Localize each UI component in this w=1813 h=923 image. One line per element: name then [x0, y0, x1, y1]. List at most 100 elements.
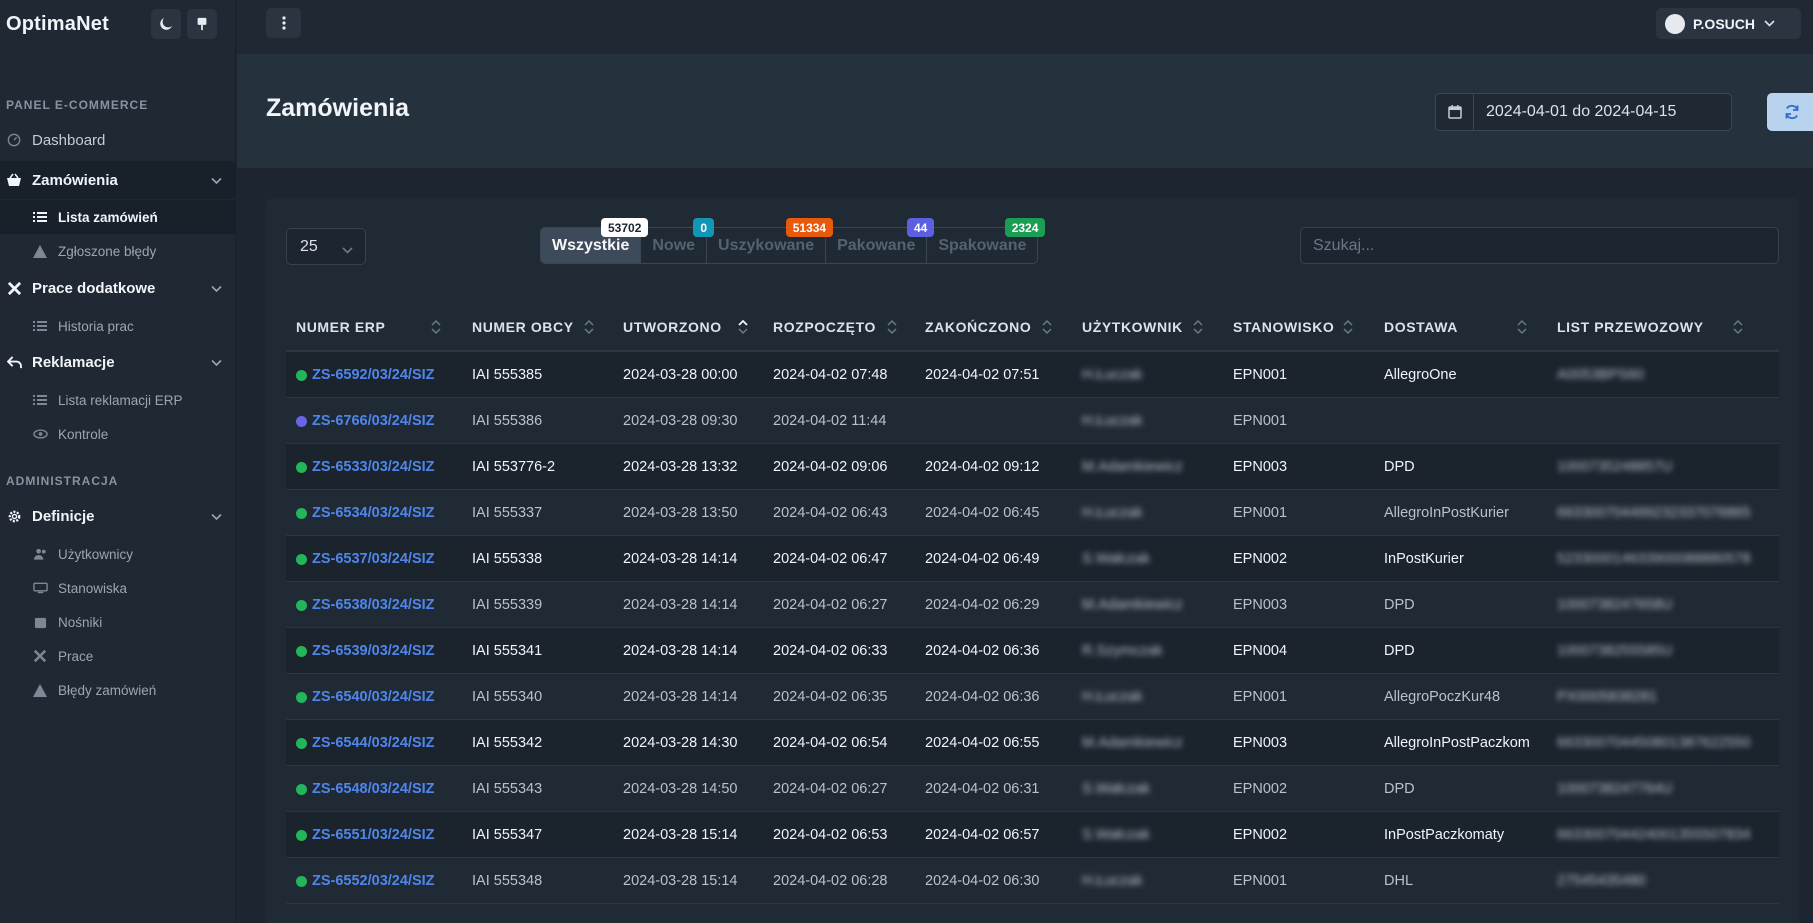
brand-logo[interactable]: OptimaNet	[6, 13, 109, 36]
cell-foreign-number: IAI 555340	[472, 674, 542, 720]
chevron-down-icon	[1764, 20, 1775, 27]
cell-foreign-number-text: IAI 555339	[472, 597, 543, 613]
table-row[interactable]: ZS-6592/03/24/SIZ IAI 555385 2024-03-28 00…	[286, 352, 1779, 398]
erp-number-link[interactable]: ZS-6538/03/24/SIZ	[312, 597, 435, 613]
erp-number-link[interactable]: ZS-6551/03/24/SIZ	[312, 827, 435, 843]
column-header-started[interactable]: ROZPOCZĘTO	[773, 302, 876, 352]
tab-packing[interactable]: Pakowane 44	[826, 218, 935, 263]
per-page-select[interactable]: 25	[286, 228, 366, 265]
pin-sidebar-button[interactable]	[187, 9, 217, 39]
tab-all[interactable]: Wszystkie 53702	[541, 218, 649, 263]
sidebar-item-orders[interactable]: Zamówienia	[0, 161, 236, 199]
search-input[interactable]	[1300, 227, 1779, 264]
sidebar-item-dashboard[interactable]: Dashboard	[0, 121, 236, 159]
table-row[interactable]: ZS-6533/03/24/SIZ IAI 553776-2 2024-03-28 …	[286, 444, 1779, 490]
cell-erp-number[interactable]: ZS-6544/03/24/SIZ	[296, 720, 435, 766]
table-row[interactable]: ZS-6552/03/24/SIZ IAI 555348 2024-03-28 15…	[286, 858, 1779, 904]
more-menu-button[interactable]	[266, 8, 301, 38]
sidebar-item-complaints[interactable]: Reklamacje	[0, 343, 236, 381]
erp-number-link[interactable]: ZS-6766/03/24/SIZ	[312, 413, 435, 429]
refresh-button[interactable]	[1767, 93, 1813, 131]
sidebar-item-additional-work[interactable]: Prace dodatkowe	[0, 269, 236, 307]
sidebar-item-work-history[interactable]: Historia prac	[0, 309, 236, 343]
sidebar-item-order-list[interactable]: Lista zamówień	[0, 200, 236, 234]
sort-icon[interactable]	[1733, 319, 1743, 340]
status-dot	[296, 599, 307, 611]
column-header-station[interactable]: STANOWISKO	[1233, 302, 1334, 352]
cell-erp-number[interactable]: ZS-6539/03/24/SIZ	[296, 628, 435, 674]
tab-label: Nowe	[652, 236, 696, 254]
cell-erp-number[interactable]: ZS-6540/03/24/SIZ	[296, 674, 435, 720]
cell-erp-number[interactable]: ZS-6551/03/24/SIZ	[296, 812, 435, 858]
sort-icon[interactable]	[1193, 319, 1203, 340]
dark-mode-toggle[interactable]	[151, 9, 181, 39]
user-menu[interactable]: P.OSUCH	[1656, 8, 1801, 39]
cell-erp-number[interactable]: ZS-6592/03/24/SIZ	[296, 352, 435, 398]
column-header-delivery[interactable]: DOSTAWA	[1384, 302, 1458, 352]
sort-icon[interactable]	[887, 319, 897, 340]
cell-finished: 2024-04-02 06:55	[925, 720, 1040, 766]
sort-asc-icon[interactable]	[738, 319, 748, 340]
cell-created-text: 2024-03-28 15:14	[623, 827, 738, 843]
cell-erp-number[interactable]: ZS-6552/03/24/SIZ	[296, 858, 435, 904]
sidebar-item-erp-complaints[interactable]: Lista reklamacji ERP	[0, 383, 236, 417]
cell-foreign-number: IAI 555386	[472, 398, 542, 444]
table-row[interactable]: ZS-6766/03/24/SIZ IAI 555386 2024-03-28 09…	[286, 398, 1779, 444]
sidebar-item-controls[interactable]: Kontrole	[0, 417, 236, 451]
cell-created: 2024-03-28 13:50	[623, 490, 738, 536]
erp-number-link[interactable]: ZS-6548/03/24/SIZ	[312, 781, 435, 797]
erp-number-link[interactable]: ZS-6537/03/24/SIZ	[312, 551, 435, 567]
table-row[interactable]: ZS-6538/03/24/SIZ IAI 555339 2024-03-28 14…	[286, 582, 1779, 628]
eye-icon	[32, 426, 48, 442]
sidebar-item-stations[interactable]: Stanowiska	[0, 571, 236, 605]
cell-user: S.Wałczak	[1082, 812, 1150, 858]
table-row[interactable]: ZS-6551/03/24/SIZ IAI 555347 2024-03-28 15…	[286, 812, 1779, 858]
tab-new[interactable]: Nowe 0	[641, 218, 715, 263]
cell-erp-number[interactable]: ZS-6537/03/24/SIZ	[296, 536, 435, 582]
cell-erp-number[interactable]: ZS-6766/03/24/SIZ	[296, 398, 435, 444]
column-header-created[interactable]: UTWORZONO	[623, 302, 722, 352]
sidebar-item-carriers[interactable]: Nośniki	[0, 605, 236, 639]
erp-number-link[interactable]: ZS-6552/03/24/SIZ	[312, 873, 435, 889]
column-header-user[interactable]: UŻYTKOWNIK	[1082, 302, 1183, 352]
table-row[interactable]: ZS-6548/03/24/SIZ IAI 555343 2024-03-28 14…	[286, 766, 1779, 812]
column-header-waybill[interactable]: LIST PRZEWOZOWY	[1557, 302, 1704, 352]
table-row[interactable]: ZS-6540/03/24/SIZ IAI 555340 2024-03-28 14…	[286, 674, 1779, 720]
sort-icon[interactable]	[1517, 319, 1527, 340]
table-row[interactable]: ZS-6544/03/24/SIZ IAI 555342 2024-03-28 14…	[286, 720, 1779, 766]
sidebar-item-users[interactable]: Użytkownicy	[0, 537, 236, 571]
erp-number-link[interactable]: ZS-6533/03/24/SIZ	[312, 459, 435, 475]
date-range-picker[interactable]: 2024-04-01 do 2024-04-15	[1435, 93, 1732, 131]
tab-packed[interactable]: Spakowane 2324	[927, 218, 1046, 263]
cell-created-text: 2024-03-28 14:14	[623, 689, 738, 705]
sort-icon[interactable]	[1042, 319, 1052, 340]
sidebar-item-definitions[interactable]: Definicje	[0, 497, 236, 535]
erp-number-link[interactable]: ZS-6544/03/24/SIZ	[312, 735, 435, 751]
erp-number-link[interactable]: ZS-6592/03/24/SIZ	[312, 367, 435, 383]
erp-number-link[interactable]: ZS-6534/03/24/SIZ	[312, 505, 435, 521]
erp-number-link[interactable]: ZS-6539/03/24/SIZ	[312, 643, 435, 659]
sort-icon[interactable]	[1343, 319, 1353, 340]
cell-erp-number[interactable]: ZS-6534/03/24/SIZ	[296, 490, 435, 536]
table-row[interactable]: ZS-6534/03/24/SIZ IAI 555337 2024-03-28 13…	[286, 490, 1779, 536]
cell-erp-number[interactable]: ZS-6548/03/24/SIZ	[296, 766, 435, 812]
sort-icon[interactable]	[431, 319, 441, 340]
erp-number-link[interactable]: ZS-6540/03/24/SIZ	[312, 689, 435, 705]
column-header-foreign-number[interactable]: NUMER OBCY	[472, 302, 574, 352]
sidebar-item-order-errors[interactable]: Błędy zamówień	[0, 673, 236, 707]
cell-delivery-text: DPD	[1384, 781, 1415, 797]
tab-prepared[interactable]: Uszykowane 51334	[707, 218, 834, 263]
cell-erp-number[interactable]: ZS-6538/03/24/SIZ	[296, 582, 435, 628]
sidebar-item-reported-errors[interactable]: Zgłoszone błędy	[0, 234, 236, 268]
table-row[interactable]: ZS-6539/03/24/SIZ IAI 555341 2024-03-28 14…	[286, 628, 1779, 674]
cell-started: 2024-04-02 11:44	[773, 398, 886, 444]
sort-icon[interactable]	[584, 319, 594, 340]
column-header-finished[interactable]: ZAKOŃCZONO	[925, 302, 1031, 352]
cell-erp-number[interactable]: ZS-6533/03/24/SIZ	[296, 444, 435, 490]
cell-waybill-text: 1000738247764U	[1557, 781, 1673, 797]
cell-finished: 2024-04-02 06:29	[925, 582, 1040, 628]
column-header-erp[interactable]: NUMER ERP	[296, 302, 385, 352]
cell-started-text: 2024-04-02 06:27	[773, 781, 888, 797]
sidebar-item-works[interactable]: Prace	[0, 639, 236, 673]
table-row[interactable]: ZS-6537/03/24/SIZ IAI 555338 2024-03-28 14…	[286, 536, 1779, 582]
